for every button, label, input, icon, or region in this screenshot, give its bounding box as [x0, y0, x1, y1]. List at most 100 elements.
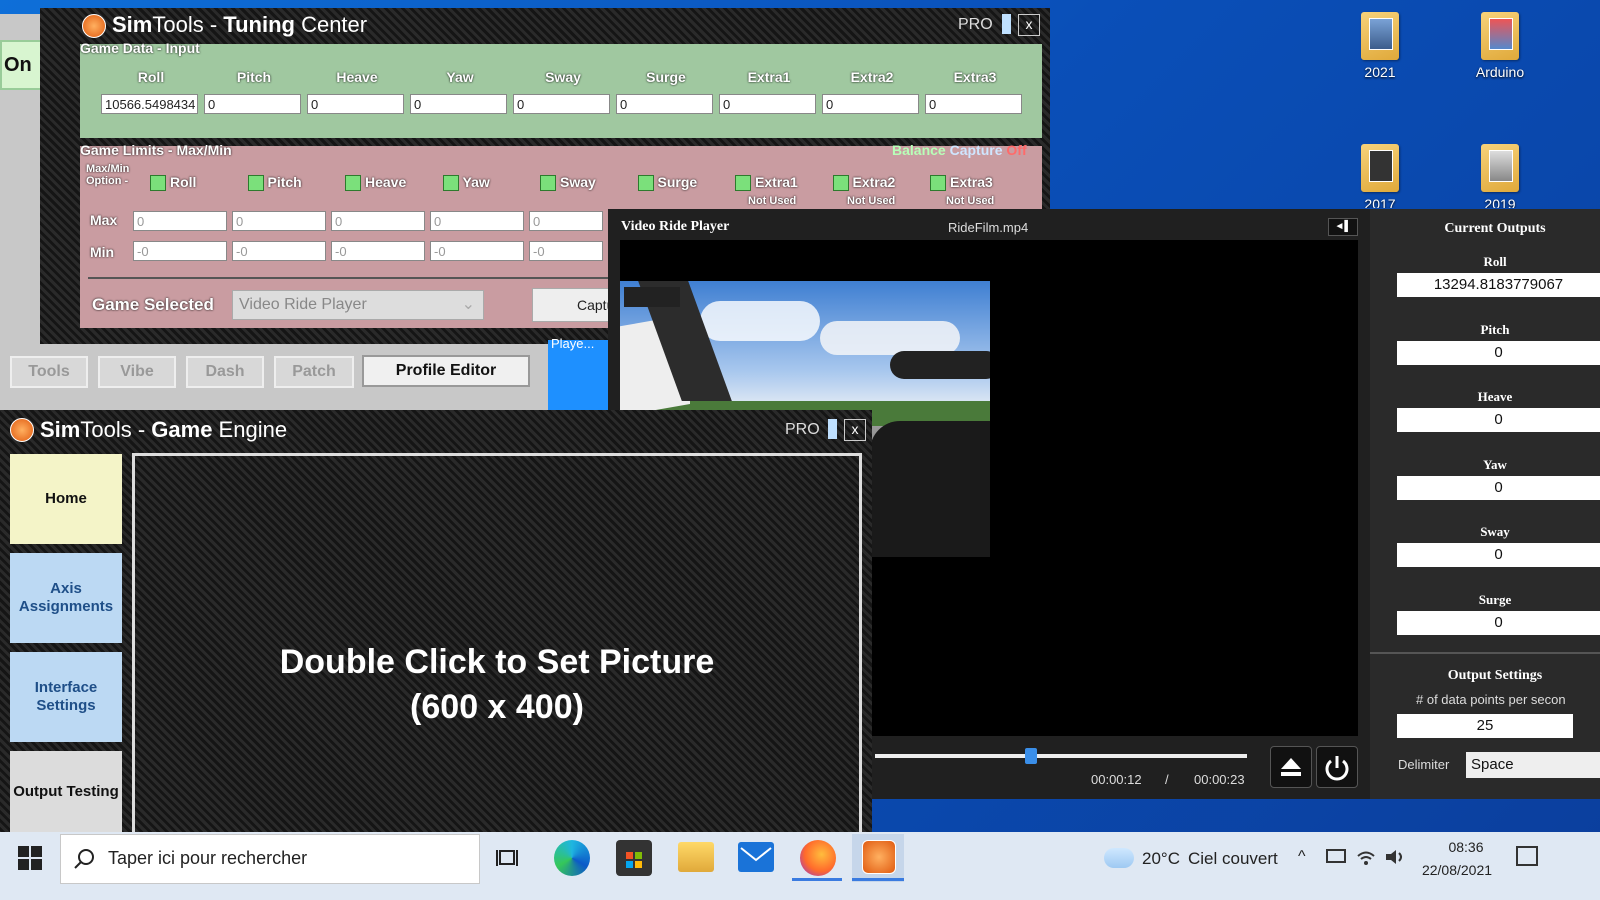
- input-extra3[interactable]: 0: [925, 94, 1022, 114]
- progress-track[interactable]: [875, 754, 1247, 758]
- option-heave[interactable]: Heave: [345, 174, 406, 192]
- simtools-taskbar-button[interactable]: [852, 834, 904, 882]
- taskbar-search[interactable]: Taper ici pour rechercher: [60, 834, 480, 884]
- tab-profile-editor[interactable]: Profile Editor: [362, 355, 530, 387]
- max-input[interactable]: 0: [133, 211, 227, 231]
- input-pitch[interactable]: 0: [204, 94, 301, 114]
- chevron-up-icon[interactable]: ^: [1298, 848, 1306, 866]
- edge-icon[interactable]: [554, 840, 590, 876]
- checkbox-icon[interactable]: [247, 174, 264, 191]
- store-icon[interactable]: [616, 840, 652, 876]
- tab-vibe[interactable]: Vibe: [98, 356, 176, 388]
- capture-button[interactable]: Captu: [532, 288, 612, 322]
- checkbox-icon[interactable]: [442, 174, 459, 191]
- volume-icon[interactable]: [1384, 848, 1406, 866]
- min-input[interactable]: -0: [133, 241, 227, 261]
- output-label-heave: Heave: [1477, 389, 1513, 404]
- desktop-icon-2017[interactable]: 2017: [1338, 144, 1422, 208]
- max-input[interactable]: 0: [331, 211, 425, 231]
- checkbox-icon[interactable]: [930, 174, 946, 191]
- clock-time[interactable]: 08:36: [1434, 839, 1498, 855]
- window-title: SimTools - Tuning Center: [112, 12, 368, 37]
- checkbox-icon[interactable]: [735, 174, 751, 191]
- option-sway[interactable]: Sway: [540, 174, 596, 192]
- input-yaw[interactable]: 0: [410, 94, 507, 114]
- option-extra2[interactable]: Extra2: [832, 174, 895, 192]
- checkbox-icon[interactable]: [540, 174, 556, 191]
- game-select-dropdown[interactable]: Video Ride Player ⌄: [232, 290, 484, 320]
- delimiter-select[interactable]: Space: [1466, 752, 1600, 778]
- desktop-icon-label: 2021: [1364, 64, 1396, 80]
- active-indicator: [852, 878, 904, 881]
- input-heave[interactable]: 0: [307, 94, 404, 114]
- tab-dash[interactable]: Dash: [186, 356, 264, 388]
- not-used-label: Not Used: [847, 195, 896, 207]
- min-input[interactable]: -0: [529, 241, 603, 261]
- output-label-surge: Surge: [1478, 591, 1512, 607]
- tab-tools[interactable]: Tools: [10, 356, 88, 388]
- side-button-home[interactable]: Home: [10, 454, 122, 544]
- progress-thumb[interactable]: [1025, 748, 1038, 764]
- output-value-heave: 0: [1397, 408, 1600, 432]
- minimize-button[interactable]: [828, 419, 837, 439]
- option-label: Extra3: [950, 174, 993, 190]
- eject-button[interactable]: [1270, 746, 1312, 788]
- option-extra1[interactable]: Extra1: [735, 174, 798, 192]
- battery-icon[interactable]: [1326, 849, 1346, 863]
- desktop-icon-2021[interactable]: 2021: [1338, 12, 1422, 80]
- desktop-icon-arduino[interactable]: Arduino: [1458, 12, 1542, 80]
- brand-logo-icon: [624, 287, 680, 307]
- input-roll[interactable]: 10566.5498434: [101, 94, 198, 114]
- max-input[interactable]: 0: [529, 211, 603, 231]
- checkbox-icon[interactable]: [832, 174, 849, 191]
- power-button[interactable]: [1316, 746, 1358, 788]
- input-sway[interactable]: 0: [513, 94, 610, 114]
- datapoints-input[interactable]: 25: [1397, 714, 1573, 738]
- file-explorer-icon[interactable]: [678, 842, 714, 872]
- wifi-icon[interactable]: [1356, 848, 1376, 866]
- close-button[interactable]: x: [844, 419, 866, 441]
- option-yaw[interactable]: Yaw: [442, 174, 490, 192]
- balance-capture[interactable]: Balance Capture Off: [892, 142, 1027, 158]
- checkbox-icon[interactable]: [150, 174, 166, 191]
- close-button[interactable]: x: [1018, 14, 1040, 36]
- task-view-icon[interactable]: [496, 846, 522, 870]
- mail-icon[interactable]: [738, 842, 774, 872]
- option-roll[interactable]: Roll: [150, 174, 196, 192]
- input-extra1[interactable]: 0: [719, 94, 816, 114]
- min-input[interactable]: -0: [331, 241, 425, 261]
- output-label-sway: Sway: [1480, 524, 1510, 539]
- clock-date[interactable]: 22/08/2021: [1416, 862, 1498, 878]
- tab-patch[interactable]: Patch: [274, 356, 354, 388]
- max-input[interactable]: 0: [232, 211, 326, 231]
- option-extra3[interactable]: Extra3: [930, 174, 993, 192]
- notifications-icon[interactable]: [1516, 846, 1538, 866]
- minimize-button[interactable]: [1002, 14, 1011, 34]
- checkbox-icon[interactable]: [345, 174, 361, 191]
- desktop-icon-2019[interactable]: 2019: [1458, 144, 1542, 208]
- option-surge[interactable]: Surge: [637, 174, 697, 192]
- weather-temp[interactable]: 20°C: [1142, 849, 1180, 869]
- column-header-heave: Heave: [336, 69, 378, 85]
- input-surge[interactable]: 0: [616, 94, 713, 114]
- side-button-output-testing[interactable]: Output Testing: [10, 751, 122, 833]
- collapse-icon[interactable]: ◄▌: [1328, 218, 1358, 236]
- side-button-interface-settings[interactable]: Interface Settings: [10, 652, 122, 742]
- min-input[interactable]: -0: [232, 241, 326, 261]
- checkbox-icon[interactable]: [637, 174, 654, 191]
- start-button[interactable]: [18, 846, 42, 875]
- max-input[interactable]: 0: [430, 211, 524, 231]
- min-input[interactable]: -0: [430, 241, 524, 261]
- option-label: Sway: [560, 174, 596, 190]
- video-file-name: RideFilm.mp4: [948, 220, 1029, 235]
- output-value-roll: 13294.8183779067: [1397, 273, 1600, 297]
- option-pitch[interactable]: Pitch: [247, 174, 302, 192]
- side-button-axis-assignments[interactable]: Axis Assignments: [10, 553, 122, 643]
- max-label: Max: [90, 212, 118, 228]
- output-value-surge: 0: [1397, 610, 1600, 635]
- output-label-roll: Roll: [1483, 254, 1507, 269]
- weather-desc[interactable]: Ciel couvert: [1188, 849, 1278, 869]
- input-extra2[interactable]: 0: [822, 94, 919, 114]
- delimiter-label: Delimiter: [1398, 757, 1450, 772]
- firefox-icon[interactable]: [800, 840, 836, 876]
